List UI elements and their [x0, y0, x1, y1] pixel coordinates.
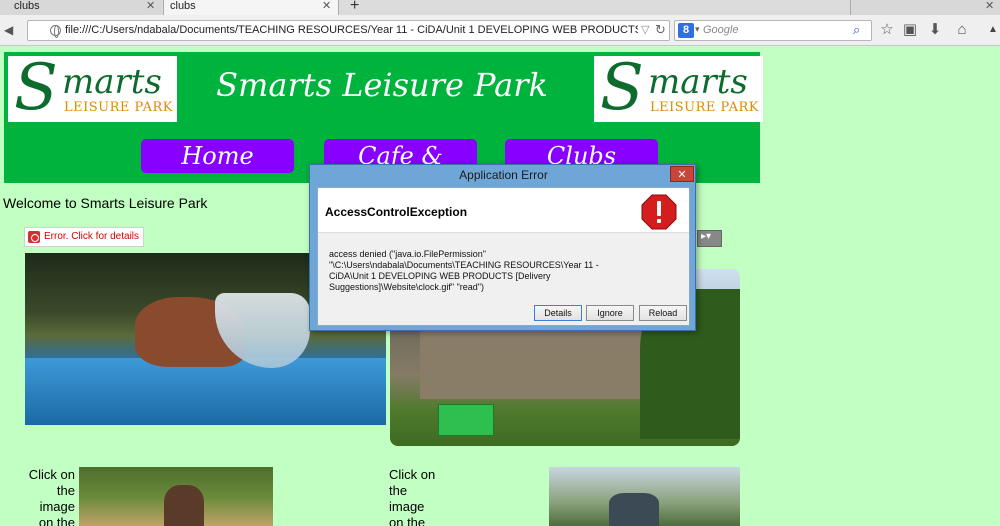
tab-close-icon[interactable]: ✕: [985, 0, 994, 12]
tab-close-icon[interactable]: ✕: [146, 0, 155, 12]
url-bar[interactable]: file:///C:/Users/ndabala/Documents/TEACH…: [27, 20, 670, 41]
tab-untitled[interactable]: ✕: [850, 0, 1000, 15]
tab-clubs-2[interactable]: clubs ✕: [163, 0, 339, 15]
search-placeholder[interactable]: Google: [703, 24, 738, 36]
bridge-people: [609, 493, 659, 526]
welcome-text: Welcome to Smarts Leisure Park: [3, 195, 208, 211]
back-icon[interactable]: ◀: [4, 19, 20, 41]
alert-icon: [641, 194, 677, 230]
google-icon[interactable]: 8: [678, 23, 694, 38]
search-bar[interactable]: 8 ▾ Google ⌕: [674, 20, 872, 41]
engine-dropdown-icon[interactable]: ▾: [695, 24, 700, 35]
nav-bar: ◀ file:///C:/Users/ndabala/Documents/TEA…: [0, 15, 1000, 46]
logo[interactable]: S marts LEISURE PARK: [594, 51, 763, 125]
caption-right: Click on the image on the: [389, 467, 436, 526]
logo-subtitle: LEISURE PARK: [64, 100, 173, 115]
logo-word: marts: [62, 62, 162, 102]
dialog-heading: AccessControlException: [325, 205, 468, 219]
logo-initial: S: [600, 51, 644, 125]
bookmark-star-icon[interactable]: ☆: [877, 20, 897, 40]
dialog-title: Application Error: [459, 168, 548, 182]
url-dropdown-icon[interactable]: ▽: [641, 23, 649, 36]
dialog-header: AccessControlException: [318, 188, 689, 233]
pool-water: [25, 358, 386, 425]
tab-bar: clubs ✕ clubs ✕ + ✕: [0, 0, 1000, 15]
home-icon[interactable]: ⌂: [952, 20, 972, 40]
play-icon: ▸▾: [701, 231, 712, 242]
horse-figure: [164, 485, 204, 526]
logo[interactable]: S marts LEISURE PARK: [8, 51, 177, 125]
application-error-dialog: Application Error ✕ AccessControlExcepti…: [309, 164, 696, 331]
search-icon[interactable]: ⌕: [853, 22, 860, 38]
dialog-message: access denied ("java.io.FilePermission" …: [329, 249, 599, 292]
close-icon[interactable]: ✕: [670, 166, 694, 182]
details-button[interactable]: Details: [534, 305, 582, 321]
java-error-icon: [28, 231, 40, 243]
bridge-image[interactable]: [549, 467, 740, 526]
caption-left: Click on the image on the: [28, 467, 75, 526]
scroll-up-icon[interactable]: ▲: [986, 24, 1000, 40]
reading-list-icon[interactable]: ▣: [900, 20, 920, 40]
reload-icon[interactable]: ↻: [655, 22, 666, 38]
applet-control[interactable]: ▸▾: [697, 230, 722, 247]
url-text[interactable]: file:///C:/Users/ndabala/Documents/TEACH…: [65, 24, 638, 36]
horse-riding-image[interactable]: [79, 467, 273, 526]
tab-clubs-1[interactable]: clubs ✕: [0, 0, 162, 15]
logo-initial: S: [14, 51, 58, 125]
new-tab-icon[interactable]: +: [350, 0, 359, 15]
globe-icon: [50, 25, 61, 38]
logo-word: marts: [648, 62, 748, 102]
applet-error-box[interactable]: Error. Click for details: [24, 227, 144, 247]
direction-sign: [438, 404, 494, 436]
tab-title: clubs: [170, 0, 196, 12]
logo-subtitle: LEISURE PARK: [650, 100, 759, 115]
applet-error-text[interactable]: Error. Click for details: [44, 231, 139, 242]
site-title: Smarts Leisure Park: [216, 66, 548, 104]
tab-title: clubs: [14, 0, 40, 12]
download-icon[interactable]: ⬇: [925, 20, 945, 40]
menu-home-button[interactable]: Home: [141, 139, 294, 173]
dialog-body: AccessControlException access denied ("j…: [317, 187, 690, 326]
tab-close-icon[interactable]: ✕: [322, 0, 331, 12]
ignore-button[interactable]: Ignore: [586, 305, 634, 321]
reload-button[interactable]: Reload: [639, 305, 687, 321]
